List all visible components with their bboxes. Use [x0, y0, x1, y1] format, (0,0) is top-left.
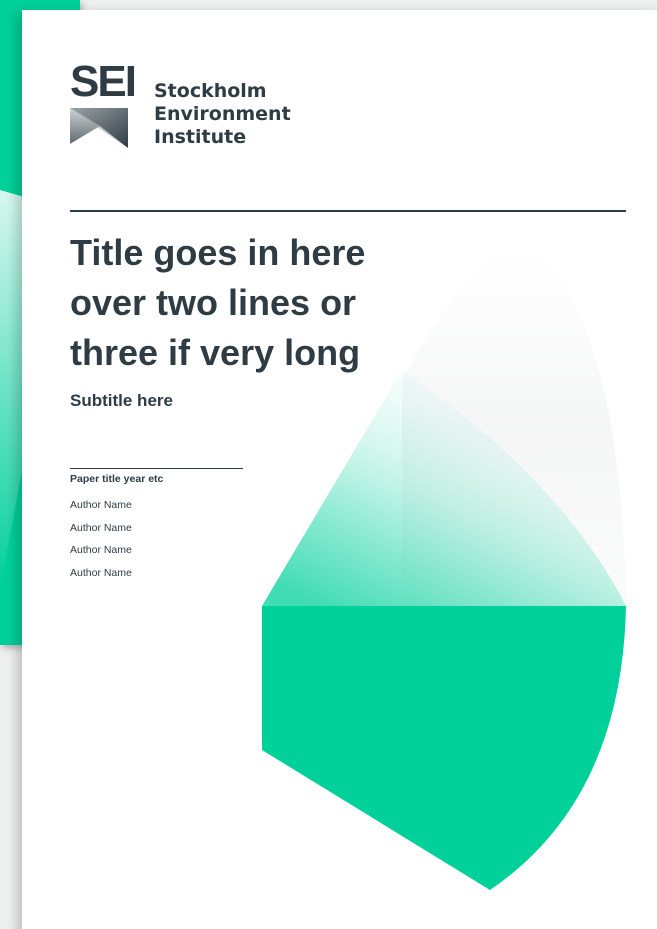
logo-mark-icon	[70, 108, 128, 148]
author-list: Author Name Author Name Author Name Auth…	[70, 494, 132, 584]
logo-name-line: Stockholm	[154, 80, 267, 102]
document-preview: SEI Stockholm Environment Institute Titl…	[0, 0, 657, 929]
header-divider	[70, 210, 626, 212]
meta-divider	[70, 468, 243, 469]
cover-page: SEI Stockholm Environment Institute Titl…	[22, 10, 657, 929]
logo-name-line: Environment	[154, 103, 291, 125]
title-line: over two lines or	[70, 282, 357, 323]
logo-name: Stockholm Environment Institute	[154, 80, 291, 149]
sei-logo: SEI Stockholm Environment Institute	[70, 60, 300, 160]
document-title: Title goes in here over two lines or thr…	[70, 228, 430, 378]
paper-title: Paper title year etc	[70, 473, 164, 485]
logo-name-line: Institute	[154, 126, 247, 148]
author-name: Author Name	[70, 544, 132, 556]
title-line: Title goes in here	[70, 232, 366, 273]
document-subtitle: Subtitle here	[70, 391, 173, 410]
author-name: Author Name	[70, 521, 132, 534]
logo-abbreviation: SEI	[70, 57, 137, 106]
author-name: Author Name	[70, 566, 132, 579]
author-name: Author Name	[70, 499, 132, 511]
title-line: three if very long	[70, 332, 361, 373]
